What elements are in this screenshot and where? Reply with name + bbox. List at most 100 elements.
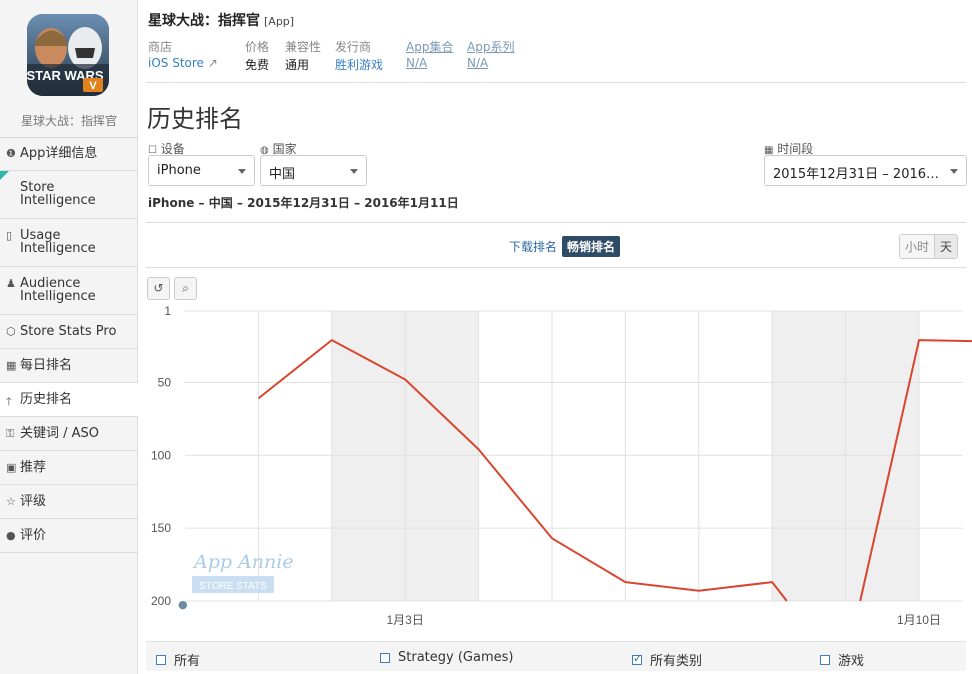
legend-checkbox[interactable] bbox=[380, 652, 390, 663]
page-title: 历史排名 bbox=[147, 105, 243, 133]
day-button[interactable]: 天 bbox=[933, 235, 957, 258]
sidebar: STAR WARS V 星球大战：指挥官 ❶ App详细信息 Store Intel… bbox=[0, 0, 147, 674]
sidebar-item[interactable]: ⬡ Store Stats Pro bbox=[0, 315, 138, 349]
meta-collection: App集合 N/A bbox=[406, 38, 453, 70]
divider bbox=[146, 267, 966, 268]
zoom-button[interactable]: ⌕ bbox=[174, 277, 197, 300]
legend-checkbox[interactable] bbox=[632, 652, 642, 665]
sidebar-item[interactable]: ● 评价 bbox=[0, 519, 138, 553]
meta-compat: 兼容性 通用 bbox=[285, 38, 321, 73]
x-tick-label: 1月3日 bbox=[387, 613, 424, 627]
app-type-tag: [App] bbox=[264, 15, 295, 28]
store-label: 商店 bbox=[148, 40, 173, 54]
collection-value[interactable]: N/A bbox=[406, 56, 453, 70]
meta-store: 商店 iOS Store ↗ bbox=[148, 38, 218, 70]
y-tick-label: 200 bbox=[151, 594, 171, 608]
rank-chart[interactable]: 1501001502001月3日 1月10日App AnnieSTORE STAT… bbox=[138, 300, 972, 640]
sidebar-item-label: 关键词 / ASO bbox=[20, 426, 100, 441]
key-icon: ⚿ bbox=[6, 427, 15, 440]
chevron-down-icon bbox=[950, 169, 958, 174]
chevron-down-icon bbox=[350, 169, 358, 174]
legend-checkbox[interactable] bbox=[820, 654, 830, 665]
tab-grossing[interactable]: 畅销排名 bbox=[562, 236, 621, 257]
price-value: 免费 bbox=[245, 58, 270, 72]
sidebar-item[interactable]: ⚿ 关键词 / ASO bbox=[0, 417, 138, 451]
sidebar-item-label: 评价 bbox=[20, 528, 47, 543]
divider bbox=[146, 222, 966, 223]
meta-publisher: 发行商 胜利游戏 bbox=[335, 38, 383, 73]
legend-label: 游戏 bbox=[838, 654, 865, 669]
compat-label: 兼容性 bbox=[285, 40, 322, 54]
legend-checkbox[interactable] bbox=[156, 654, 166, 665]
collection-label[interactable]: App集合 bbox=[406, 38, 453, 56]
main-content: 星球大战：指挥官 [App] 商店 iOS Store ↗ 价格 免费 兼容性 通… bbox=[138, 0, 972, 674]
meta-series: App系列 N/A bbox=[467, 38, 514, 70]
sidebar-item-label: 推荐 bbox=[20, 460, 47, 475]
y-tick-label: 150 bbox=[151, 521, 171, 535]
series-label[interactable]: App系列 bbox=[467, 38, 514, 56]
hexagon-icon: ⬡ bbox=[6, 325, 16, 338]
app-title: 星球大战：指挥官 [App] bbox=[148, 10, 294, 30]
sidebar-item[interactable]: ☆ 评级 bbox=[0, 485, 138, 519]
legend-item[interactable]: 所有类别 bbox=[632, 650, 702, 669]
sidebar-item-label: Store Intelligence bbox=[20, 180, 96, 208]
sidebar-item-label: 每日排名 bbox=[20, 358, 73, 373]
y-tick-label: 1 bbox=[164, 304, 171, 318]
x-tick-label: 1月10日 bbox=[897, 613, 941, 627]
store-link[interactable]: iOS Store ↗ bbox=[148, 56, 218, 70]
svg-text:V: V bbox=[89, 80, 97, 92]
sidebar-app-name: 星球大战：指挥官 bbox=[20, 114, 117, 128]
legend-label: Strategy (Games) bbox=[398, 650, 514, 665]
sidebar-nav: ❶ App详细信息 Store Intelligence ▯ Usage Intelli… bbox=[0, 137, 147, 553]
sidebar-item[interactable]: ♟ Audience Intelligence bbox=[0, 267, 138, 315]
sidebar-item[interactable]: ❶ App详细信息 bbox=[0, 138, 138, 171]
sidebar-item-label: 评级 bbox=[20, 494, 47, 509]
publisher-link[interactable]: 胜利游戏 bbox=[335, 56, 383, 73]
legend-label: 所有类别 bbox=[650, 654, 703, 669]
sidebar-item-label: Store Stats Pro bbox=[20, 324, 117, 339]
price-label: 价格 bbox=[245, 40, 270, 54]
rank-type-tabs: 下载排名 畅销排名 bbox=[504, 236, 621, 257]
calendar-icon: ▦ bbox=[6, 359, 17, 372]
new-indicator bbox=[0, 171, 9, 180]
reset-zoom-button[interactable]: ↺ bbox=[147, 277, 170, 300]
star-icon: ☆ bbox=[6, 495, 16, 508]
sidebar-item[interactable]: ▣ 推荐 bbox=[0, 451, 138, 485]
watermark-text: STORE STATS bbox=[199, 581, 267, 592]
sidebar-item-label: Usage Intelligence bbox=[20, 228, 96, 256]
legend-label: 所有 bbox=[174, 654, 201, 669]
device-select[interactable]: iPhone bbox=[148, 155, 255, 186]
y-tick-label: 100 bbox=[151, 448, 171, 462]
period-select[interactable]: 2015年12月31日 – 2016… bbox=[764, 155, 967, 186]
sidebar-item[interactable]: ▦ 每日排名 bbox=[0, 349, 138, 383]
sidebar-item[interactable]: Store Intelligence bbox=[0, 171, 138, 219]
phone-icon: ▯ bbox=[6, 229, 13, 242]
legend-bar: 所有 Strategy (Games) 所有类别 游戏 bbox=[146, 641, 966, 671]
chevron-down-icon bbox=[238, 169, 246, 174]
divider bbox=[146, 82, 966, 83]
sidebar-item-label: Audience Intelligence bbox=[20, 276, 96, 304]
granularity-toggle: 小时 天 bbox=[898, 234, 958, 259]
hour-button[interactable]: 小时 bbox=[899, 235, 934, 258]
magnifier-icon: ⌕ bbox=[182, 281, 189, 295]
tab-downloads[interactable]: 下载排名 bbox=[504, 236, 562, 257]
series-value[interactable]: N/A bbox=[467, 56, 514, 70]
legend-item[interactable]: 游戏 bbox=[820, 650, 864, 669]
legend-item[interactable]: 所有 bbox=[156, 650, 200, 669]
publisher-label: 发行商 bbox=[335, 40, 372, 54]
undo-icon: ↺ bbox=[153, 281, 164, 295]
app-icon: STAR WARS V bbox=[27, 14, 109, 96]
legend-item[interactable]: Strategy (Games) bbox=[380, 650, 513, 665]
watermark-logo: App Annie bbox=[192, 551, 294, 573]
country-select[interactable]: 中国 bbox=[260, 155, 367, 186]
sidebar-item-label: 历史排名 bbox=[20, 392, 73, 407]
y-tick-label: 50 bbox=[158, 375, 172, 389]
arrow-up-icon: 🡑 bbox=[6, 395, 12, 408]
info-icon: ❶ bbox=[6, 147, 16, 160]
sidebar-item[interactable]: 🡑 历史排名 bbox=[0, 383, 147, 417]
sidebar-item[interactable]: ▯ Usage Intelligence bbox=[0, 219, 138, 267]
comment-icon: ● bbox=[6, 529, 16, 542]
comment-icon: ● bbox=[178, 598, 188, 611]
bookmark-icon: ▣ bbox=[6, 461, 17, 474]
app-title-text: 星球大战：指挥官 bbox=[148, 13, 260, 29]
